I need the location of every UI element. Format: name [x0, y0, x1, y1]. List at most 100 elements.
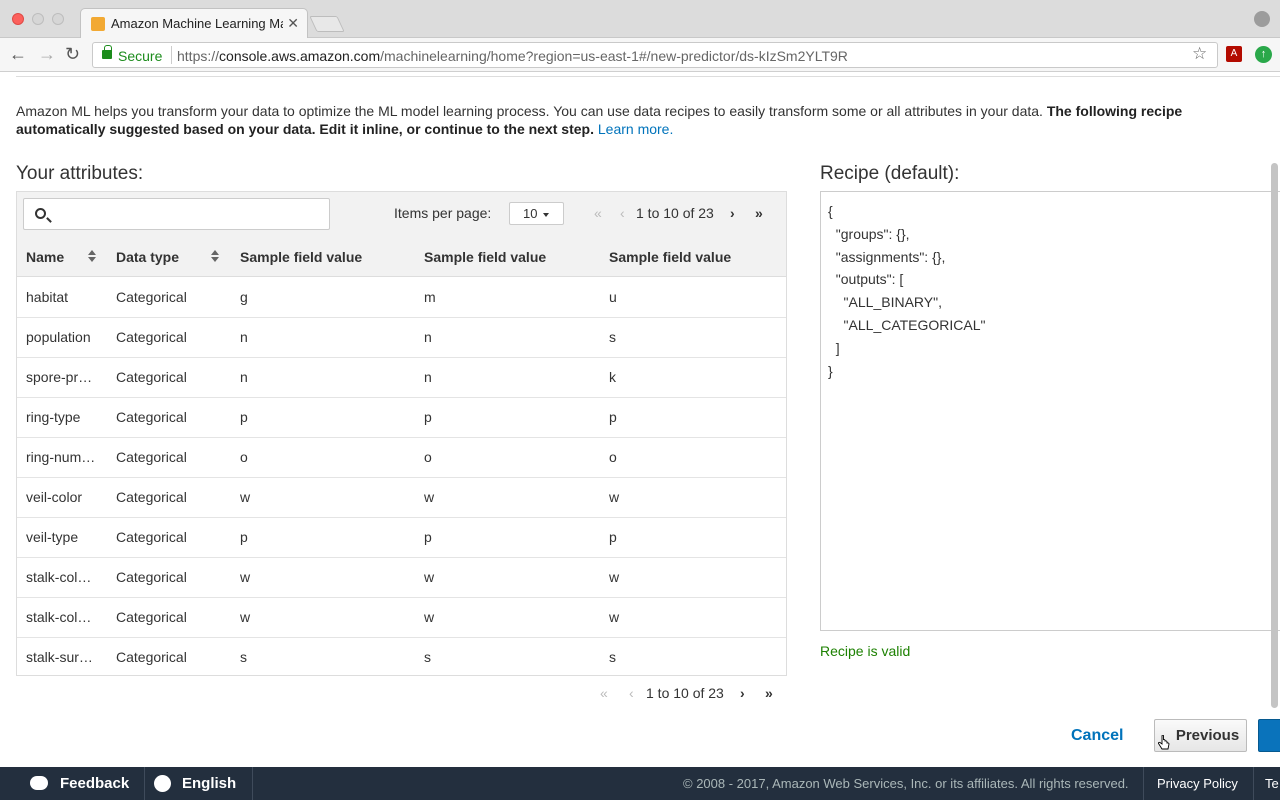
first-page-icon[interactable]: « — [594, 205, 602, 221]
pager-range: 1 to 10 of 23 — [646, 685, 724, 701]
hand-cursor-icon — [1158, 735, 1170, 750]
continue-button[interactable] — [1258, 719, 1280, 752]
column-header-sample-2: Sample field value — [424, 249, 547, 265]
sample-value-cell: w — [424, 569, 435, 585]
sort-icon[interactable] — [211, 250, 219, 263]
first-page-icon[interactable]: « — [600, 685, 608, 701]
attribute-name-cell: veil-color — [26, 489, 83, 505]
sample-value-cell: w — [240, 609, 251, 625]
terms-link[interactable]: Te — [1265, 776, 1279, 791]
prev-page-icon[interactable]: ‹ — [629, 685, 634, 701]
sample-value-cell: w — [609, 489, 620, 505]
learn-more-link[interactable]: Learn more. — [598, 121, 673, 137]
aws-favicon-icon — [91, 17, 105, 31]
data-type-cell: Categorical — [116, 529, 187, 545]
next-page-icon[interactable]: › — [740, 685, 745, 701]
prev-page-icon[interactable]: ‹ — [620, 205, 625, 221]
column-header-sample-3: Sample field value — [609, 249, 732, 265]
new-tab-button[interactable] — [309, 16, 345, 32]
profile-icon[interactable] — [1254, 11, 1270, 27]
last-page-icon[interactable]: » — [755, 205, 763, 221]
sample-value-cell: n — [424, 369, 432, 385]
sample-value-cell: p — [609, 409, 617, 425]
url-bar[interactable]: Secure https://console.aws.amazon.com/ma… — [92, 42, 1218, 68]
search-box[interactable] — [23, 198, 330, 230]
url-divider — [171, 46, 172, 64]
window-zoom-button[interactable] — [52, 13, 64, 25]
sample-value-cell: n — [424, 329, 432, 345]
sample-value-cell: s — [609, 649, 616, 665]
pager-bottom: « ‹ 1 to 10 of 23 › » — [598, 685, 788, 705]
data-type-cell: Categorical — [116, 489, 187, 505]
sample-value-cell: p — [240, 409, 248, 425]
data-type-cell: Categorical — [116, 329, 187, 345]
data-type-cell: Categorical — [116, 369, 187, 385]
url-path: /machinelearning/home?region=us-east-1#/… — [380, 48, 848, 64]
data-type-cell: Categorical — [116, 449, 187, 465]
recipe-json[interactable]: { "groups": {}, "assignments": {}, "outp… — [828, 200, 986, 382]
language-selector[interactable]: English — [154, 767, 236, 800]
attributes-title: Your attributes: — [16, 163, 144, 184]
sample-value-cell: p — [240, 529, 248, 545]
sort-icon[interactable] — [88, 250, 96, 263]
reload-icon[interactable]: ↻ — [65, 44, 80, 65]
extension-icon[interactable]: ↑ — [1255, 46, 1272, 63]
cancel-button[interactable]: Cancel — [1071, 727, 1123, 745]
bookmark-star-icon[interactable]: ☆ — [1192, 44, 1207, 64]
pager-range: 1 to 10 of 23 — [636, 205, 714, 221]
recipe-editor[interactable]: { "groups": {}, "assignments": {}, "outp… — [820, 191, 1280, 631]
tab-title: Amazon Machine Learning Ma — [111, 16, 283, 31]
table-row: population Categorical n n s — [17, 318, 786, 358]
column-header-data-type[interactable]: Data type — [116, 249, 179, 265]
page-scrollbar[interactable] — [1271, 163, 1278, 708]
attribute-name-cell: veil-type — [26, 529, 79, 545]
next-page-icon[interactable]: › — [730, 205, 735, 221]
sample-value-cell: w — [609, 609, 620, 625]
sample-value-cell: s — [240, 649, 247, 665]
pdf-extension-icon[interactable]: A — [1226, 46, 1242, 62]
window-minimize-button[interactable] — [32, 13, 44, 25]
url-host: console.aws.amazon.com — [219, 48, 381, 64]
sample-value-cell: n — [240, 369, 248, 385]
attribute-name-cell: spore-pr… — [26, 369, 93, 385]
pager-top: « ‹ 1 to 10 of 23 › » — [589, 205, 779, 225]
items-per-page-select[interactable]: 10 — [509, 202, 564, 225]
search-input[interactable] — [56, 203, 324, 225]
sample-value-cell: p — [424, 529, 432, 545]
sample-value-cell: g — [240, 289, 248, 305]
globe-icon — [154, 775, 171, 792]
data-type-cell: Categorical — [116, 649, 187, 665]
intro-bold-1: The following recipe — [1046, 103, 1183, 119]
browser-tab-active[interactable]: Amazon Machine Learning Ma ✕ — [80, 8, 308, 39]
feedback-label: Feedback — [60, 775, 130, 792]
tab-close-icon[interactable]: ✕ — [287, 15, 299, 32]
sample-value-cell: w — [609, 569, 620, 585]
sample-value-cell: w — [240, 569, 251, 585]
feedback-button[interactable]: Feedback — [30, 767, 129, 800]
table-row: stalk-col… Categorical w w w — [17, 558, 786, 598]
forward-arrow-icon[interactable]: → — [38, 44, 56, 65]
column-header-name[interactable]: Name — [26, 249, 64, 265]
table-row: stalk-sur… Categorical s s s — [17, 638, 786, 678]
attribute-name-cell: stalk-col… — [26, 569, 92, 585]
table-header: Name Data type Sample field value Sample… — [17, 236, 786, 277]
address-toolbar: ← → ↻ Secure https://console.aws.amazon.… — [0, 38, 1280, 72]
privacy-policy-link[interactable]: Privacy Policy — [1157, 776, 1238, 791]
intro-text: Amazon ML helps you transform your data … — [16, 102, 1280, 138]
attribute-name-cell: ring-type — [26, 409, 81, 425]
secure-label: Secure — [118, 48, 163, 64]
browser-tab-bar: Amazon Machine Learning Ma ✕ — [0, 0, 1280, 39]
attributes-table-panel: Items per page: 10 « ‹ 1 to 10 of 23 › »… — [16, 191, 787, 676]
data-type-cell: Categorical — [116, 569, 187, 585]
search-icon — [35, 208, 46, 219]
window-close-button[interactable] — [12, 13, 24, 25]
sample-value-cell: w — [424, 489, 435, 505]
intro-bold-2: automatically suggested based on your da… — [16, 121, 594, 137]
table-toolbar: Items per page: 10 « ‹ 1 to 10 of 23 › » — [17, 192, 786, 236]
table-row: ring-type Categorical p p p — [17, 398, 786, 438]
chat-bubble-icon — [30, 776, 48, 790]
last-page-icon[interactable]: » — [765, 685, 773, 701]
attribute-name-cell: population — [26, 329, 91, 345]
table-row: veil-type Categorical p p p — [17, 518, 786, 558]
back-arrow-icon[interactable]: ← — [9, 44, 27, 65]
